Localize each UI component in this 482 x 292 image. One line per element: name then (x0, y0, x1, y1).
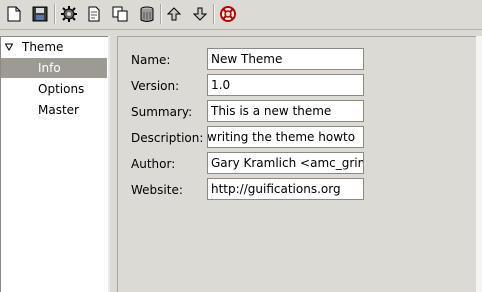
tree-item-label: Options (38, 82, 85, 96)
theme-tree[interactable]: Theme Info Options Master (0, 36, 108, 292)
version-label: Version: (131, 79, 180, 93)
description-field[interactable]: writing the theme howto (207, 126, 364, 148)
name-label: Name: (131, 53, 171, 67)
delete-icon[interactable] (136, 3, 158, 25)
toolbar (0, 0, 482, 30)
new-document-icon[interactable] (3, 3, 25, 25)
version-field[interactable]: 1.0 (207, 74, 364, 96)
description-label: Description: (131, 131, 204, 145)
move-down-icon[interactable] (189, 3, 211, 25)
author-field[interactable]: Gary Kramlich <amc_grim (207, 152, 364, 174)
author-label: Author: (131, 157, 176, 171)
website-field[interactable]: http://guifications.org (207, 178, 364, 200)
tree-item-label: Info (38, 61, 61, 75)
tree-item-label: Master (38, 103, 79, 117)
preferences-gear-icon[interactable] (58, 3, 80, 25)
name-field[interactable]: New Theme (207, 48, 364, 70)
import-icon[interactable] (83, 3, 105, 25)
pane-divider[interactable] (108, 36, 110, 292)
tree-item-theme[interactable]: Theme (1, 37, 107, 57)
expander-triangle-icon[interactable] (5, 43, 13, 51)
tree-item-options[interactable]: Options (1, 79, 107, 99)
move-up-icon[interactable] (163, 3, 185, 25)
toolbar-separator (54, 4, 56, 24)
tree-item-label: Theme (22, 40, 64, 54)
help-lifebuoy-icon[interactable] (217, 3, 239, 25)
tree-item-info[interactable]: Info (1, 58, 107, 78)
toolbar-separator (160, 4, 162, 24)
website-label: Website: (131, 183, 183, 197)
copy-icon[interactable] (109, 3, 131, 25)
toolbar-separator (213, 4, 215, 24)
summary-field[interactable]: This is a new theme (207, 100, 364, 122)
tree-item-master[interactable]: Master (1, 100, 107, 120)
save-icon[interactable] (29, 3, 51, 25)
summary-label: Summary: (131, 105, 193, 119)
panel-edge (476, 36, 482, 292)
